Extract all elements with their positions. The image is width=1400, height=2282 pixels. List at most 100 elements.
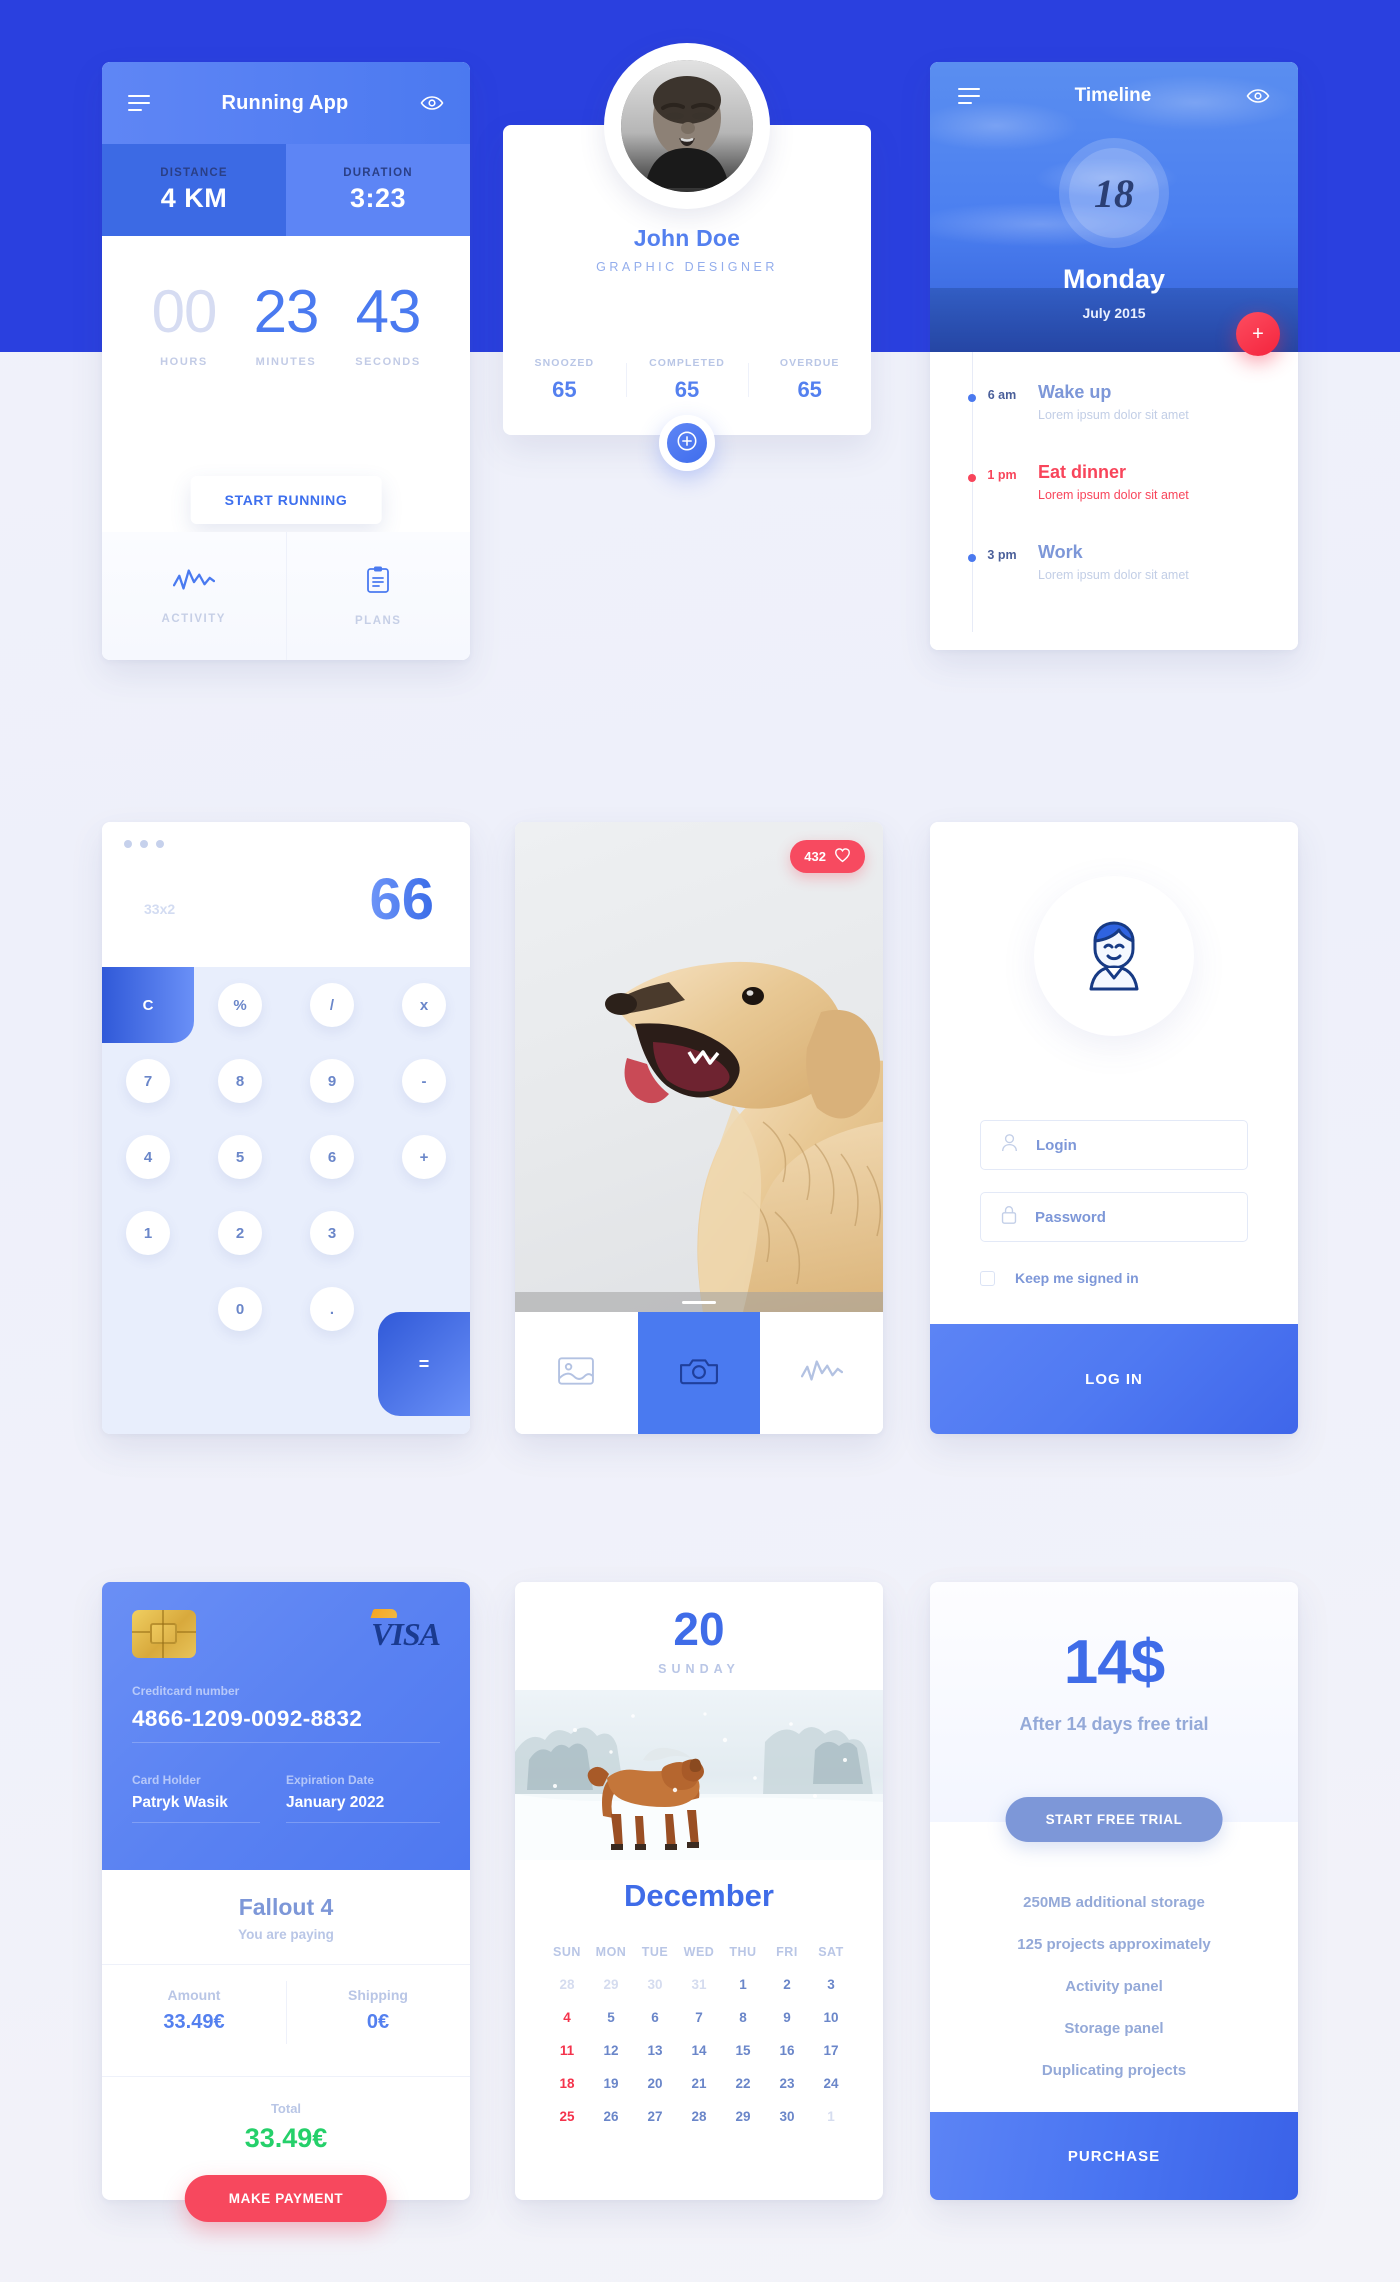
key-divide[interactable]: / [286, 983, 378, 1027]
tab-gallery[interactable] [515, 1312, 638, 1434]
key-8[interactable]: 8 [194, 1059, 286, 1103]
timeline-hero: Timeline 18 Monday July 2015 [930, 62, 1298, 352]
timer-seconds: 43 SECONDS [340, 282, 436, 369]
calendar-day[interactable]: 21 [677, 2067, 721, 2100]
key-3[interactable]: 3 [286, 1211, 378, 1255]
calendar-day[interactable]: 22 [721, 2067, 765, 2100]
key-plus[interactable]: + [378, 1135, 470, 1179]
calendar-day[interactable]: 30 [765, 2100, 809, 2133]
running-header: Running App [102, 62, 470, 144]
timeline-dot-icon [968, 474, 976, 482]
calendar-day[interactable]: 2 [765, 1968, 809, 2001]
purchase-button[interactable]: PURCHASE [930, 2112, 1298, 2200]
calendar-day[interactable]: 4 [545, 2001, 589, 2034]
timeline-item[interactable]: 1 pm Eat dinner Lorem ipsum dolor sit am… [930, 462, 1298, 542]
calendar-day[interactable]: 3 [809, 1968, 853, 2001]
make-payment-button[interactable]: MAKE PAYMENT [184, 2175, 388, 2222]
calendar-day[interactable]: 25 [545, 2100, 589, 2133]
photo-drag-handle[interactable] [515, 1292, 883, 1312]
password-input[interactable]: Password [980, 1192, 1248, 1242]
timeline-item[interactable]: 3 pm Work Lorem ipsum dolor sit amet [930, 542, 1298, 622]
calendar-day[interactable]: 9 [765, 2001, 809, 2034]
calendar-day[interactable]: 18 [545, 2067, 589, 2100]
key-percent[interactable]: % [194, 983, 286, 1027]
expiration-label: Expiration Date [286, 1773, 375, 1787]
tab-camera[interactable] [637, 1312, 761, 1434]
key-4[interactable]: 4 [102, 1135, 194, 1179]
calendar-day[interactable]: 31 [677, 1968, 721, 2001]
likes-badge[interactable]: 432 [790, 840, 865, 873]
start-free-trial-button[interactable]: START FREE TRIAL [1005, 1797, 1223, 1842]
key-clear[interactable]: C [102, 967, 194, 1043]
key-multiply[interactable]: x [378, 983, 470, 1027]
key-9[interactable]: 9 [286, 1059, 378, 1103]
calendar-day[interactable]: 16 [765, 2034, 809, 2067]
timeline-item[interactable]: 6 am Wake up Lorem ipsum dolor sit amet [930, 382, 1298, 462]
key-minus[interactable]: - [378, 1059, 470, 1103]
stat-duration: DURATION 3:23 [286, 144, 470, 236]
running-app-card: Running App DISTANCE 4 KM DURATION 3:23 … [102, 62, 470, 660]
calendar-day[interactable]: 8 [721, 2001, 765, 2034]
key-6[interactable]: 6 [286, 1135, 378, 1179]
calendar-day[interactable]: 11 [545, 2034, 589, 2067]
tab-activity[interactable] [760, 1312, 883, 1434]
keep-signed-in-checkbox[interactable] [980, 1270, 995, 1286]
calendar-day[interactable]: 13 [633, 2034, 677, 2067]
calendar-day[interactable]: 14 [677, 2034, 721, 2067]
log-in-button[interactable]: LOG IN [930, 1324, 1298, 1434]
calendar-day-name: SUNDAY [658, 1662, 740, 1676]
hamburger-icon[interactable] [128, 95, 150, 111]
tab-activity[interactable]: ACTIVITY [102, 532, 287, 660]
add-task-fab[interactable] [659, 415, 715, 471]
key-1[interactable]: 1 [102, 1211, 194, 1255]
eye-icon[interactable] [420, 91, 444, 115]
key-7[interactable]: 7 [102, 1059, 194, 1103]
calendar-day[interactable]: 30 [633, 1968, 677, 2001]
calendar-day[interactable]: 1 [721, 1968, 765, 2001]
key-dot[interactable]: . [286, 1287, 378, 1331]
hamburger-icon[interactable] [958, 88, 980, 104]
calendar-day[interactable]: 6 [633, 2001, 677, 2034]
calendar-day[interactable]: 1 [809, 2100, 853, 2133]
timer-seconds-label: SECONDS [355, 356, 421, 368]
total-label: Total [270, 2101, 302, 2116]
calendar-day[interactable]: 10 [809, 2001, 853, 2034]
shipping-label: Shipping [348, 1987, 408, 2003]
image-icon [558, 1356, 595, 1390]
timer-hours-label: HOURS [160, 356, 208, 368]
key-5[interactable]: 5 [194, 1135, 286, 1179]
calendar-day[interactable]: 7 [677, 2001, 721, 2034]
calendar-week-row: 25 26 27 28 29 30 1 [545, 2100, 853, 2133]
login-input[interactable]: Login [980, 1120, 1248, 1170]
eye-icon[interactable] [1246, 84, 1270, 108]
calendar-day[interactable]: 28 [545, 1968, 589, 2001]
running-stats: DISTANCE 4 KM DURATION 3:23 + [102, 144, 470, 308]
profile-stats: SNOOZED 65 COMPLETED 65 OVERDUE 65 [503, 357, 871, 403]
calendar-day[interactable]: 23 [765, 2067, 809, 2100]
key-equals[interactable]: = [378, 1312, 470, 1416]
calendar-day[interactable]: 28 [677, 2100, 721, 2133]
calendar-day[interactable]: 19 [589, 2067, 633, 2100]
calendar-day[interactable]: 26 [589, 2100, 633, 2133]
stat-distance-label: DISTANCE [160, 166, 228, 179]
calendar-day[interactable]: 20 [633, 2067, 677, 2100]
calendar-day[interactable]: 5 [589, 2001, 633, 2034]
timeline-item-time: 1 pm [987, 468, 1017, 482]
calendar-day[interactable]: 29 [589, 1968, 633, 2001]
calendar-day[interactable]: 17 [809, 2034, 853, 2067]
photo-card: 432 [515, 822, 883, 1434]
key-2[interactable]: 2 [194, 1211, 286, 1255]
stat-duration-value: 3:23 [349, 182, 407, 213]
add-event-fab[interactable]: + [1236, 312, 1280, 356]
keep-signed-in-row[interactable]: Keep me signed in [980, 1270, 1139, 1286]
timeline-dot-icon [968, 394, 976, 402]
calendar-day[interactable]: 24 [809, 2067, 853, 2100]
calendar-day[interactable]: 15 [721, 2034, 765, 2067]
key-0[interactable]: 0 [194, 1287, 286, 1331]
profile-stat-completed-value: 65 [674, 377, 700, 402]
calendar-day[interactable]: 12 [589, 2034, 633, 2067]
tab-plans[interactable]: PLANS [287, 532, 471, 660]
start-running-button[interactable]: START RUNNING [190, 476, 382, 524]
calendar-day[interactable]: 29 [721, 2100, 765, 2133]
calendar-day[interactable]: 27 [633, 2100, 677, 2133]
